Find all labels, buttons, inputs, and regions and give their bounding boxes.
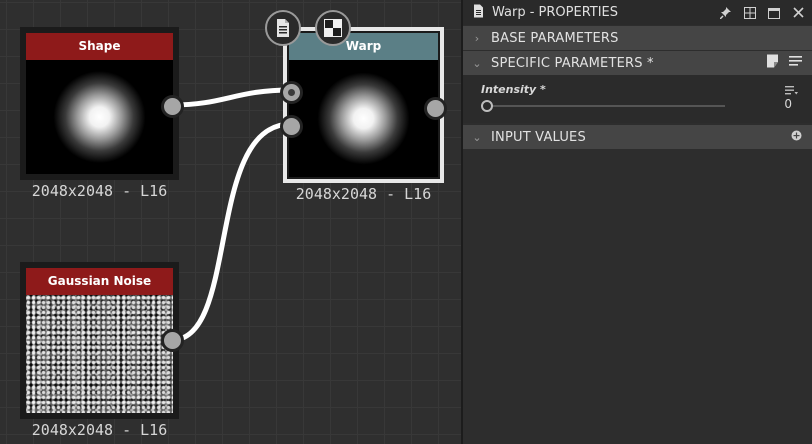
chevron-down-icon: ⌄	[472, 130, 482, 144]
preset-icon[interactable]	[766, 54, 779, 72]
wire-shape-to-warp	[171, 87, 292, 108]
close-icon[interactable]	[792, 7, 804, 19]
section-input-values-label: INPUT VALUES	[491, 129, 586, 145]
properties-panel: Warp - PROPERTIES › BASE PARAMETERS ⌄ SP…	[461, 0, 812, 444]
properties-title: Warp - PROPERTIES	[492, 5, 619, 20]
node-warp-resolution: 2048x2048 - L16	[295, 185, 432, 203]
node-noise-title: Gaussian Noise	[26, 268, 173, 295]
node-noise-resolution: 2048x2048 - L16	[31, 421, 168, 439]
chevron-right-icon: ›	[474, 31, 480, 45]
param-intensity-label: Intensity *	[481, 83, 546, 96]
node-warp-input-port-1[interactable]	[280, 81, 303, 104]
chevron-down-icon: ⌄	[472, 56, 482, 70]
node-shape-resolution: 2048x2048 - L16	[31, 182, 168, 200]
section-specific-parameters[interactable]: ⌄ SPECIFIC PARAMETERS *	[463, 51, 812, 75]
checker-icon[interactable]	[315, 10, 351, 46]
intensity-slider-track[interactable]	[485, 105, 725, 107]
node-noise-preview	[26, 295, 173, 413]
document-icon[interactable]	[265, 10, 301, 46]
layout-icon[interactable]	[744, 6, 756, 19]
node-gaussian-noise[interactable]: Gaussian Noise 2048x2048 - L16	[20, 262, 184, 439]
properties-titlebar: Warp - PROPERTIES	[463, 0, 812, 25]
list-menu-icon[interactable]	[789, 55, 802, 71]
section-base-parameters-label: BASE PARAMETERS	[491, 30, 619, 46]
param-intensity-value[interactable]: 0	[784, 97, 792, 111]
document-icon	[473, 4, 484, 22]
intensity-slider-handle[interactable]	[481, 100, 493, 112]
section-specific-parameters-label: SPECIFIC PARAMETERS *	[491, 55, 654, 71]
node-warp-title: Warp	[289, 33, 438, 60]
pin-icon[interactable]	[720, 6, 732, 19]
node-noise-output-port[interactable]	[161, 329, 184, 352]
node-shape[interactable]: Shape 2048x2048 - L16	[20, 27, 184, 200]
wire-noise-to-warp	[171, 121, 292, 343]
node-warp[interactable]: Warp 2048x2048 - L16	[280, 27, 447, 203]
maximize-icon[interactable]	[768, 7, 780, 19]
section-input-values[interactable]: ⌄ INPUT VALUES	[463, 125, 812, 149]
section-base-parameters[interactable]: › BASE PARAMETERS	[463, 26, 812, 50]
node-shape-title: Shape	[26, 33, 173, 60]
node-shape-output-port[interactable]	[161, 95, 184, 118]
node-warp-preview	[289, 60, 438, 177]
node-warp-output-port[interactable]	[424, 97, 447, 120]
param-intensity: Intensity * 0	[463, 75, 812, 123]
node-shape-preview	[26, 60, 173, 174]
graph-canvas[interactable]: Shape 2048x2048 - L16 Warp 2048x2048 - L…	[0, 0, 461, 444]
add-icon[interactable]	[791, 130, 802, 145]
node-warp-input-port-2[interactable]	[280, 115, 303, 138]
